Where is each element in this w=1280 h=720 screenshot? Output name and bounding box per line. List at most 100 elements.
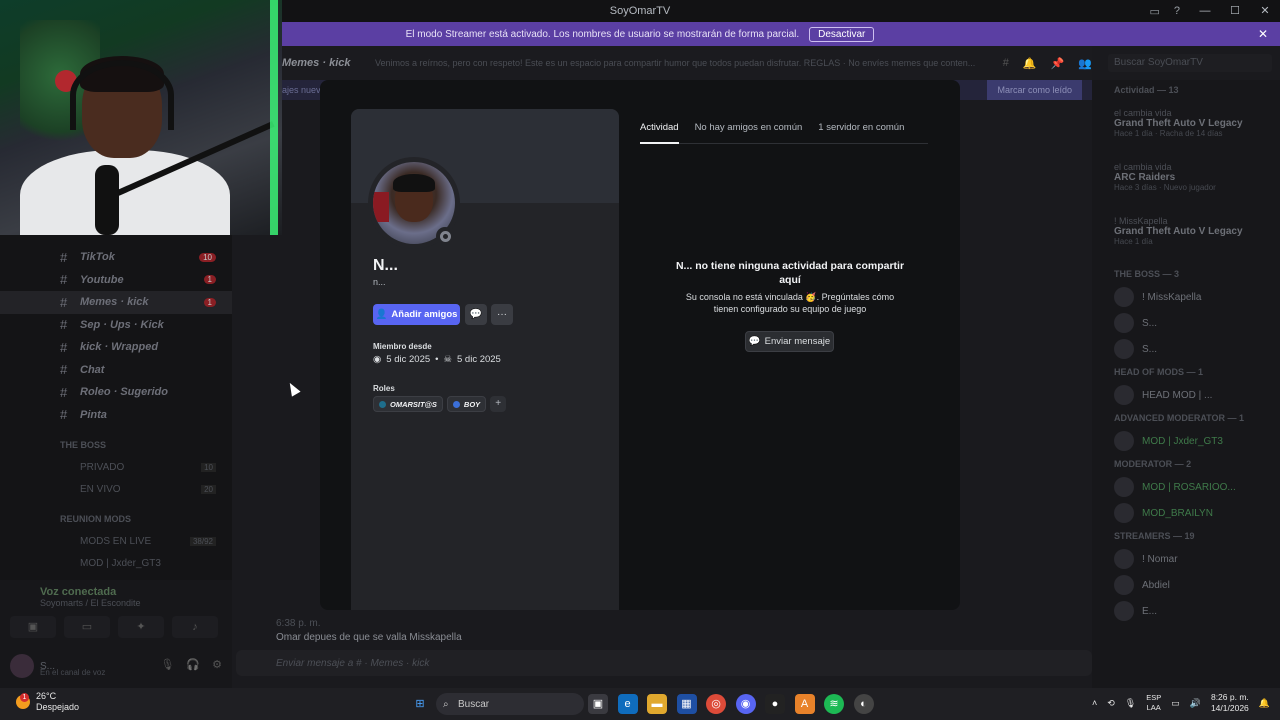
member-row[interactable]: MOD | Jxder_GT3 bbox=[1092, 428, 1280, 454]
notification-icon[interactable]: 🔔 bbox=[1259, 698, 1270, 709]
inbox-icon[interactable]: ▭ bbox=[1149, 5, 1159, 18]
channel-roleo-sugerido[interactable]: # Roleo · Sugerido bbox=[0, 381, 232, 404]
edge-icon[interactable]: e bbox=[617, 694, 638, 714]
tab-activity[interactable]: Actividad bbox=[640, 118, 679, 144]
mic-tray-icon[interactable]: 🎙 bbox=[1125, 698, 1136, 709]
member-row[interactable]: S... bbox=[1092, 310, 1280, 336]
activity-card[interactable]: el cambia vida Grand Theft Auto V Legacy… bbox=[1100, 102, 1272, 154]
language-indicator[interactable]: ESP LAA bbox=[1146, 693, 1161, 713]
roles-list: OMARSIT@S BOY + bbox=[373, 396, 507, 412]
channel-tiktok[interactable]: # TikTok 10 bbox=[0, 246, 232, 269]
camera-icon[interactable]: ▣ bbox=[10, 616, 56, 638]
channel-label: Memes · kick bbox=[80, 296, 149, 309]
member-row[interactable]: S... bbox=[1092, 336, 1280, 362]
task-view-icon[interactable]: ▣ bbox=[588, 694, 608, 714]
pin-icon[interactable]: 📌 bbox=[1051, 57, 1065, 70]
activity-card[interactable]: ! MissKapella Grand Theft Auto V Legacy … bbox=[1100, 210, 1272, 262]
activity-meta: Hace 3 días · Nuevo jugador bbox=[1114, 183, 1216, 192]
tab-mutual-servers[interactable]: 1 servidor en común bbox=[818, 118, 904, 144]
avatar bbox=[1114, 549, 1134, 569]
member-list: Actividad — 13 el cambia vida Grand Thef… bbox=[1092, 80, 1280, 688]
hash-icon: # bbox=[60, 339, 68, 355]
network-icon[interactable]: ⟲ bbox=[1107, 698, 1115, 709]
microphone bbox=[95, 165, 119, 235]
channel-chat[interactable]: # Chat bbox=[0, 359, 232, 382]
role-pill[interactable]: OMARSIT@S bbox=[373, 396, 443, 412]
clock-date: 14/1/2026 bbox=[1210, 703, 1249, 713]
member-row[interactable]: MOD | ROSARIOO... bbox=[1092, 474, 1280, 500]
member-row[interactable]: ! Nomar bbox=[1092, 546, 1280, 572]
close-banner-icon[interactable]: ✕ bbox=[1258, 27, 1268, 41]
app-a-icon[interactable]: A bbox=[794, 694, 815, 714]
send-message-button[interactable]: 💬 Enviar mensaje bbox=[745, 331, 834, 352]
category-reunion-mods[interactable]: REUNION MODS bbox=[0, 508, 232, 530]
gear-icon[interactable]: ⚙ bbox=[212, 658, 222, 671]
member-row[interactable]: Abdiel bbox=[1092, 572, 1280, 598]
threads-icon[interactable]: # bbox=[1003, 57, 1009, 70]
help-icon[interactable]: ? bbox=[1174, 5, 1180, 17]
spotify-icon[interactable]: ≋ bbox=[824, 694, 844, 714]
chrome-icon[interactable]: ◎ bbox=[706, 694, 726, 714]
clock[interactable]: 8:26 p. m. 14/1/2026 bbox=[1211, 692, 1249, 714]
category-the-boss[interactable]: THE BOSS bbox=[0, 434, 232, 456]
channel-kick-wrapped[interactable]: # kick · Wrapped bbox=[0, 336, 232, 359]
file-explorer-icon[interactable]: ▬ bbox=[647, 694, 667, 714]
weather-widget[interactable]: 1 26°C Despejado bbox=[16, 691, 79, 713]
soundboard-icon[interactable]: ♪ bbox=[172, 616, 218, 638]
member-row[interactable]: E... bbox=[1092, 598, 1280, 624]
members-icon[interactable]: 👥 bbox=[1078, 57, 1092, 70]
message-composer[interactable]: Enviar mensaje a # · Memes · kick bbox=[236, 650, 1092, 676]
app-record-icon[interactable]: ◐ bbox=[853, 694, 874, 714]
tab-mutual-friends[interactable]: No hay amigos en común bbox=[695, 118, 803, 144]
bell-icon[interactable]: 🔔 bbox=[1023, 57, 1037, 70]
channel-sep-ups-kick[interactable]: # Sep · Ups · Kick bbox=[0, 314, 232, 337]
voice-channel-en-vivo[interactable]: EN VIVO 20 bbox=[0, 478, 232, 500]
mark-read-button[interactable]: Marcar como leído bbox=[987, 80, 1082, 100]
taskbar-search[interactable]: ⌕ Buscar bbox=[436, 693, 584, 715]
voice-channel-mods-en-live[interactable]: MODS EN LIVE 38/92 bbox=[0, 530, 232, 552]
member-since-row: ◉ 5 dic 2025 • ☠ 5 dic 2025 bbox=[373, 354, 501, 365]
search-input[interactable]: Buscar SoyOmarTV bbox=[1108, 54, 1272, 72]
activity-card[interactable]: el cambia vida ARC Raiders Hace 3 días ·… bbox=[1100, 156, 1272, 208]
display-icon[interactable]: ▭ bbox=[1171, 698, 1180, 709]
headset bbox=[70, 60, 174, 130]
channel-pinta[interactable]: # Pinta bbox=[0, 404, 232, 427]
role-pill[interactable]: BOY bbox=[446, 396, 487, 412]
store-icon[interactable]: ▦ bbox=[676, 694, 697, 714]
disable-streamer-button[interactable]: Desactivar bbox=[809, 26, 875, 42]
voice-member[interactable]: MOD | Jxder_GT3 bbox=[0, 552, 232, 574]
member-row[interactable]: MOD_BRAILYN bbox=[1092, 500, 1280, 526]
voice-channel-privado[interactable]: PRIVADO 10 bbox=[0, 456, 232, 478]
obs-icon[interactable]: ● bbox=[765, 694, 785, 714]
channel-topic[interactable]: Venimos a reírnos, pero con respeto! Est… bbox=[375, 58, 995, 68]
channel-header: Memes · kick Venimos a reírnos, pero con… bbox=[282, 46, 1092, 80]
windows-start-icon[interactable]: ⊞ bbox=[410, 694, 430, 714]
message-button[interactable]: 💬 bbox=[465, 304, 487, 325]
profile-tabs: Actividad No hay amigos en común 1 servi… bbox=[640, 118, 928, 144]
send-message-label: Enviar mensaje bbox=[764, 336, 831, 347]
chevron-up-icon[interactable]: ˄ bbox=[1092, 698, 1097, 708]
activities-icon[interactable]: ✦ bbox=[118, 616, 164, 638]
maximize-button[interactable]: ☐ bbox=[1220, 0, 1250, 22]
member-row[interactable]: HEAD MOD | ... bbox=[1092, 382, 1280, 408]
close-button[interactable]: ✕ bbox=[1250, 0, 1280, 22]
add-role-button[interactable]: + bbox=[490, 396, 507, 412]
screen-share-icon[interactable]: ▭ bbox=[64, 616, 110, 638]
minimize-button[interactable]: — bbox=[1190, 0, 1220, 22]
voice-connected-panel: Voz conectada Soyomarts / El Escondite ▣… bbox=[0, 580, 232, 688]
activity-user: el cambia vida bbox=[1114, 108, 1172, 118]
volume-icon[interactable]: 🔊 bbox=[1190, 698, 1201, 709]
member-row[interactable]: ! MissKapella bbox=[1092, 284, 1280, 310]
channel-memes-kick[interactable]: # Memes · kick 1 bbox=[0, 291, 232, 314]
lang-bottom: LAA bbox=[1146, 703, 1161, 712]
discord-icon[interactable]: ◉ bbox=[735, 694, 756, 714]
add-friend-button[interactable]: 👤 Añadir amigos bbox=[373, 304, 460, 325]
avatar[interactable] bbox=[10, 654, 34, 678]
mute-icon[interactable]: 🎙 bbox=[160, 658, 174, 671]
member-since-label: Miembro desde bbox=[373, 342, 432, 351]
deafen-icon[interactable]: 🎧 bbox=[186, 658, 200, 671]
role-color-dot bbox=[452, 400, 460, 408]
channel-youtube[interactable]: # Youtube 1 bbox=[0, 269, 232, 292]
more-button[interactable]: ··· bbox=[491, 304, 513, 325]
voice-connected-subtitle[interactable]: Soyomarts / El Escondite bbox=[40, 598, 141, 608]
